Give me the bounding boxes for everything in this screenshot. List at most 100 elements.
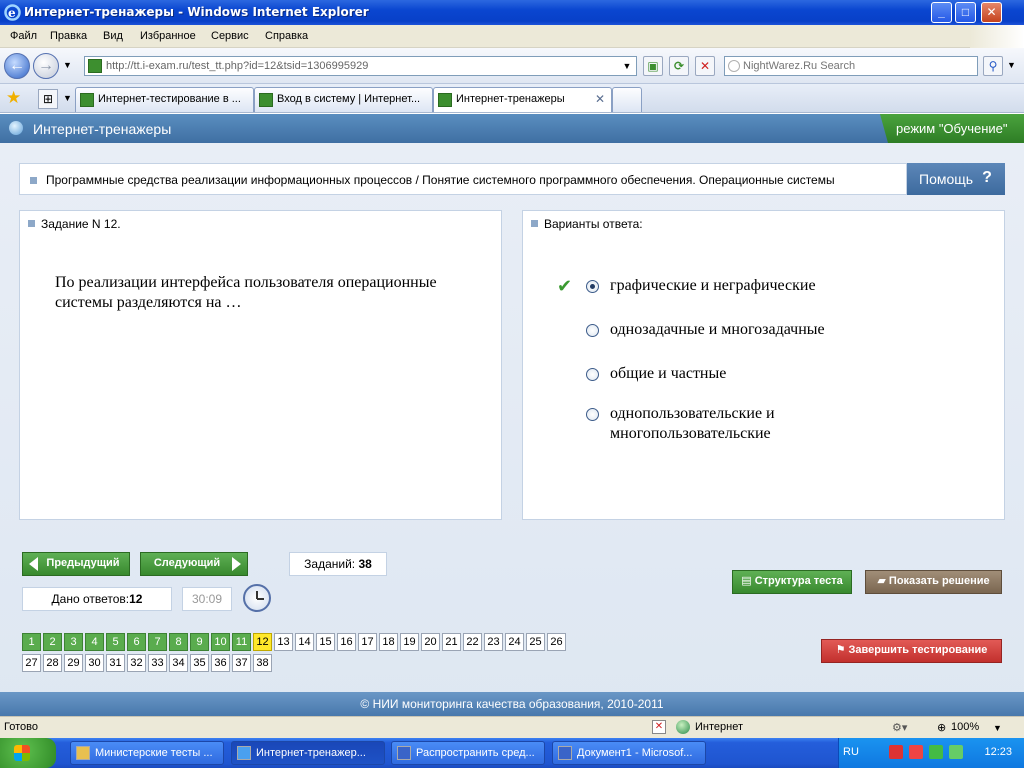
menu-view[interactable]: Вид [103, 30, 123, 42]
question-panel: Задание N 12. По реализации интерфейса п… [19, 210, 502, 520]
antivirus-icon[interactable] [889, 745, 903, 759]
task-number-8[interactable]: 8 [169, 633, 188, 651]
network-icon[interactable] [929, 745, 943, 759]
search-input[interactable] [743, 58, 973, 74]
maximize-button[interactable]: □ [955, 2, 976, 23]
stop-icon[interactable]: ✕ [695, 56, 715, 76]
task-number-27[interactable]: 27 [22, 654, 41, 672]
answered-count: Дано ответов:12 [22, 587, 172, 611]
task-number-14[interactable]: 14 [295, 633, 314, 651]
task-number-28[interactable]: 28 [43, 654, 62, 672]
task-number-20[interactable]: 20 [421, 633, 440, 651]
task-number-30[interactable]: 30 [85, 654, 104, 672]
tasks-count: Заданий: 38 [289, 552, 387, 576]
new-tab-button[interactable] [612, 87, 642, 112]
history-dropdown-icon[interactable]: ▼ [63, 60, 72, 70]
tab-internet-testing[interactable]: Интернет-тестирование в ... [75, 87, 254, 112]
task-number-36[interactable]: 36 [211, 654, 230, 672]
address-bar: ▼ [84, 56, 637, 76]
menu-help[interactable]: Справка [265, 30, 308, 42]
task-number-25[interactable]: 25 [526, 633, 545, 651]
protected-mode-icon[interactable]: ⚙▾ [892, 721, 907, 734]
zoom-level[interactable]: 100% [951, 721, 979, 733]
site-name: Интернет-тренажеры [33, 121, 172, 137]
task-number-2[interactable]: 2 [43, 633, 62, 651]
answer-radio[interactable] [586, 280, 599, 293]
bullet-square-icon [531, 220, 538, 227]
task-number-5[interactable]: 5 [106, 633, 125, 651]
task-number-3[interactable]: 3 [64, 633, 83, 651]
task-number-23[interactable]: 23 [484, 633, 503, 651]
task-number-34[interactable]: 34 [169, 654, 188, 672]
search-options-icon[interactable]: ▼ [1007, 60, 1016, 70]
answer-radio[interactable] [586, 368, 599, 381]
task-number-31[interactable]: 31 [106, 654, 125, 672]
kaspersky-icon[interactable] [909, 745, 923, 759]
task-number-32[interactable]: 32 [127, 654, 146, 672]
forward-arrow-icon[interactable]: → [33, 53, 59, 79]
quick-tabs-icon[interactable]: ⊞ [38, 89, 58, 109]
task-number-13[interactable]: 13 [274, 633, 293, 651]
task-number-9[interactable]: 9 [190, 633, 209, 651]
answer-radio[interactable] [586, 324, 599, 337]
close-tab-icon[interactable]: ✕ [595, 92, 605, 106]
help-button[interactable]: Помощь ? [907, 163, 1005, 195]
answer-radio[interactable] [586, 408, 599, 421]
menu-favorites[interactable]: Избранное [140, 30, 196, 42]
taskbar-item[interactable]: Распространить сред... [391, 741, 545, 765]
favorites-star-icon[interactable]: ★ [6, 88, 21, 108]
tab-list-dropdown-icon[interactable]: ▼ [63, 93, 72, 103]
language-indicator[interactable]: RU [843, 746, 859, 758]
compatibility-view-icon[interactable]: ▣ [643, 56, 663, 76]
blocked-icon[interactable]: ✕ [652, 720, 666, 734]
refresh-icon[interactable]: ⟳ [669, 56, 689, 76]
task-number-16[interactable]: 16 [337, 633, 356, 651]
globe-logo-icon [9, 121, 23, 135]
taskbar-item[interactable]: Интернет-тренажер... [231, 741, 385, 765]
windows-logo [970, 25, 1024, 48]
minimize-button[interactable]: _ [931, 2, 952, 23]
search-icon[interactable]: ⚲ [983, 56, 1003, 76]
task-number-12[interactable]: 12 [253, 633, 272, 651]
task-number-1[interactable]: 1 [22, 633, 41, 651]
previous-button[interactable]: Предыдущий [22, 552, 130, 576]
question-header: Задание N 12. [28, 217, 121, 231]
close-window-button[interactable]: ✕ [981, 2, 1002, 23]
task-number-19[interactable]: 19 [400, 633, 419, 651]
zoom-dropdown-icon[interactable]: ▼ [993, 723, 1002, 733]
task-number-22[interactable]: 22 [463, 633, 482, 651]
ie-icon [237, 746, 251, 760]
download-icon[interactable] [949, 745, 963, 759]
test-structure-button[interactable]: ▤ Структура теста [732, 570, 852, 594]
task-number-4[interactable]: 4 [85, 633, 104, 651]
address-input[interactable] [106, 58, 616, 74]
start-button[interactable] [0, 738, 56, 768]
task-number-6[interactable]: 6 [127, 633, 146, 651]
task-number-15[interactable]: 15 [316, 633, 335, 651]
address-dropdown-icon[interactable]: ▼ [619, 58, 635, 74]
task-number-33[interactable]: 33 [148, 654, 167, 672]
menu-tools[interactable]: Сервис [211, 30, 249, 42]
menu-edit[interactable]: Правка [50, 30, 87, 42]
task-number-21[interactable]: 21 [442, 633, 461, 651]
task-number-10[interactable]: 10 [211, 633, 230, 651]
task-number-18[interactable]: 18 [379, 633, 398, 651]
task-number-24[interactable]: 24 [505, 633, 524, 651]
task-number-11[interactable]: 11 [232, 633, 251, 651]
task-number-38[interactable]: 38 [253, 654, 272, 672]
task-number-37[interactable]: 37 [232, 654, 251, 672]
finish-test-button[interactable]: ⚑ Завершить тестирование [821, 639, 1002, 663]
tab-trainers[interactable]: Интернет-тренажеры ✕ [433, 87, 612, 112]
taskbar-item[interactable]: Министерские тесты ... [70, 741, 224, 765]
next-button[interactable]: Следующий [140, 552, 248, 576]
task-number-29[interactable]: 29 [64, 654, 83, 672]
task-number-17[interactable]: 17 [358, 633, 377, 651]
task-number-35[interactable]: 35 [190, 654, 209, 672]
task-number-7[interactable]: 7 [148, 633, 167, 651]
tab-login[interactable]: Вход в систему | Интернет... [254, 87, 433, 112]
menu-file[interactable]: Файл [10, 30, 37, 42]
task-number-26[interactable]: 26 [547, 633, 566, 651]
taskbar-item[interactable]: Документ1 - Microsof... [552, 741, 706, 765]
back-arrow-icon[interactable]: ← [4, 53, 30, 79]
show-solution-button[interactable]: ▰ Показать решение [865, 570, 1002, 594]
